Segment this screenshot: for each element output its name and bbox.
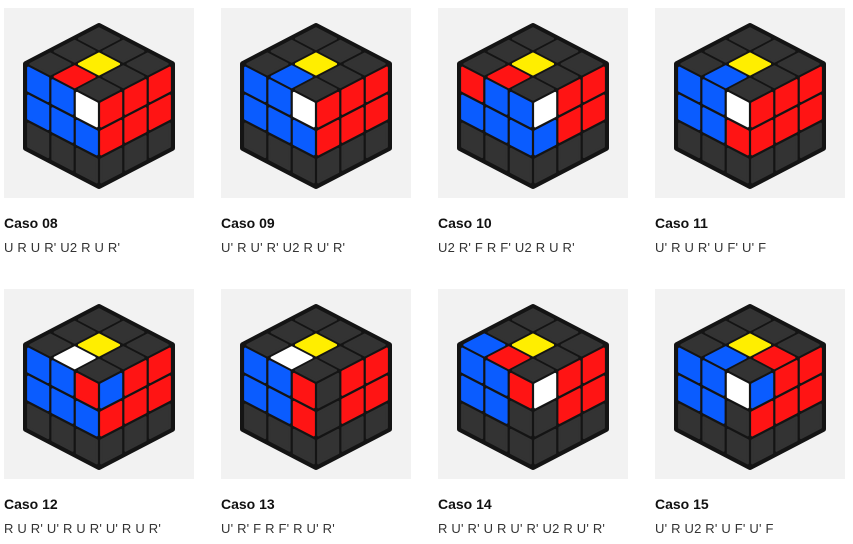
- cube-svg: [23, 23, 175, 189]
- cube-image: [221, 8, 411, 198]
- cube-image: [438, 8, 628, 198]
- cube-image: [4, 289, 194, 479]
- case-algorithm: U2 R' F R F' U2 R U R': [438, 240, 575, 255]
- cube-svg: [23, 304, 175, 470]
- case-title: Caso 11: [655, 215, 708, 231]
- cube-svg: [240, 23, 392, 189]
- cube-svg: [674, 23, 826, 189]
- oll-case-grid: Caso 08 U R U R' U2 R U R' Caso 09 U' R U' …: [0, 0, 853, 544]
- case-title: Caso 13: [221, 496, 275, 512]
- cube-svg: [457, 304, 609, 470]
- case-card: Caso 13 U' R' F R F' R U' R': [221, 289, 417, 539]
- case-card: Caso 11 U' R U R' U F' U' F: [655, 8, 851, 258]
- case-algorithm: U' R U R' U F' U' F: [655, 240, 767, 255]
- cube-svg: [674, 304, 826, 470]
- case-card: Caso 14 R U' R' U R U' R' U2 R U' R': [438, 289, 634, 539]
- case-card: Caso 09 U' R U' R' U2 R U' R': [221, 8, 417, 258]
- cube-image: [221, 289, 411, 479]
- case-title: Caso 10: [438, 215, 492, 231]
- cube-image: [655, 289, 845, 479]
- case-title: Caso 08: [4, 215, 58, 231]
- case-algorithm: U' R' F R F' R U' R': [221, 521, 335, 536]
- case-card: Caso 15 U' R U2 R' U F' U' F: [655, 289, 851, 539]
- case-algorithm: U' R U2 R' U F' U' F: [655, 521, 774, 536]
- cube-image: [4, 8, 194, 198]
- case-title: Caso 14: [438, 496, 492, 512]
- case-card: Caso 08 U R U R' U2 R U R': [4, 8, 200, 258]
- cube-svg: [240, 304, 392, 470]
- case-title: Caso 15: [655, 496, 709, 512]
- cube-image: [655, 8, 845, 198]
- case-card: Caso 10 U2 R' F R F' U2 R U R': [438, 8, 634, 258]
- case-algorithm: U R U R' U2 R U R': [4, 240, 121, 255]
- case-title: Caso 12: [4, 496, 58, 512]
- case-algorithm: R U R' U' R U R' U' R U R': [4, 521, 161, 536]
- cube-image: [438, 289, 628, 479]
- case-algorithm: U' R U' R' U2 R U' R': [221, 240, 346, 255]
- cube-svg: [457, 23, 609, 189]
- case-title: Caso 09: [221, 215, 275, 231]
- case-card: Caso 12 R U R' U' R U R' U' R U R': [4, 289, 200, 539]
- case-algorithm: R U' R' U R U' R' U2 R U' R': [438, 521, 606, 536]
